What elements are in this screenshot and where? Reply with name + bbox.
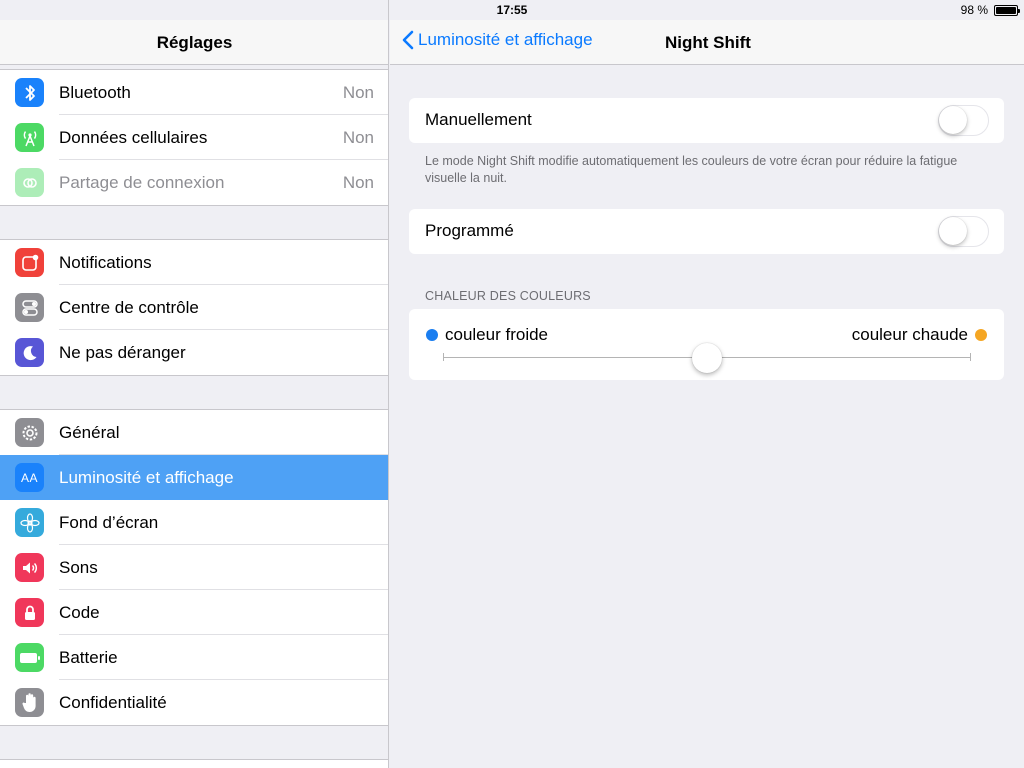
manual-toggle[interactable] [938, 105, 989, 136]
manual-footnote: Le mode Night Shift modifie automatiquem… [425, 154, 958, 185]
sidebar-item-label: Sons [59, 558, 98, 577]
back-button-label: Luminosité et affichage [418, 30, 593, 49]
manual-row: Manuellement [409, 98, 1004, 143]
chevron-left-icon [402, 30, 414, 50]
sidebar-item-notifications[interactable]: Notifications [0, 240, 388, 285]
sidebar-item-label: Centre de contrôle [59, 298, 199, 317]
settings-group: Notifications Centre de contrôle Ne pas dé… [0, 239, 388, 376]
battery-indicator-icon [994, 4, 1020, 16]
control-center-icon [15, 293, 44, 322]
warm-color-dot [975, 329, 987, 341]
sidebar-item-label: Général [59, 423, 120, 442]
hand-icon [15, 688, 44, 717]
gear-icon [15, 418, 44, 447]
bluetooth-icon [15, 78, 44, 107]
sidebar-item-gear[interactable]: Général [0, 410, 388, 455]
hotspot-icon [15, 168, 44, 197]
sidebar-item-lock[interactable]: Code [0, 590, 388, 635]
sidebar-item-cellular[interactable]: Données cellulaires Non [0, 115, 388, 160]
sidebar-item-value: Non [342, 173, 374, 192]
sidebar-item-wallpaper[interactable]: Fond d’écran [0, 500, 388, 545]
sidebar-item-hotspot[interactable]: Partage de connexion Non [0, 160, 388, 205]
settings-group: Général AA Luminosité et affichage Fond d’é… [0, 409, 388, 726]
sidebar-item-hand[interactable]: Confidentialité [0, 680, 388, 725]
sidebar-item-value: Non [342, 128, 374, 147]
temperature-slider-thumb[interactable] [692, 343, 722, 373]
color-temperature-card: couleur froide couleur chaude [409, 309, 1004, 380]
lock-icon [15, 598, 44, 627]
cellular-icon [15, 123, 44, 152]
sidebar-item-value: Non [342, 83, 374, 102]
sidebar-title: Réglages [156, 33, 233, 52]
sidebar-navbar: Réglages [0, 20, 388, 65]
sidebar-item-label: Fond d’écran [59, 513, 159, 532]
scheduled-toggle[interactable] [938, 216, 989, 247]
status-right: 98 % [960, 3, 1020, 17]
page-title: Night Shift [665, 33, 751, 52]
sidebar-item-speaker[interactable]: Sons [0, 545, 388, 590]
warm-color-label: couleur chaude [851, 325, 968, 344]
battery-icon [15, 643, 44, 672]
toggle-knob [939, 217, 967, 245]
sidebar-item-label: Notifications [59, 253, 152, 272]
toggle-knob [939, 106, 967, 134]
sidebar-item-label: Données cellulaires [59, 128, 208, 147]
detail-navbar: Luminosité et affichage Night Shift [390, 20, 1024, 65]
sidebar-item-brightness[interactable]: AA Luminosité et affichage [0, 455, 388, 500]
brightness-icon: AA [15, 463, 44, 492]
slider-start-tick [443, 353, 444, 361]
cold-color-label: couleur froide [445, 325, 549, 344]
settings-group-partial [0, 759, 388, 768]
sidebar-item-control-center[interactable]: Centre de contrôle [0, 285, 388, 330]
moon-icon [15, 338, 44, 367]
color-temperature-header: CHALEUR DES COULEURS [425, 289, 591, 303]
sidebar-item-label: Luminosité et affichage [59, 468, 234, 487]
back-button[interactable]: Luminosité et affichage [402, 30, 593, 50]
battery-percentage: 98 % [960, 3, 988, 17]
manual-label: Manuellement [425, 110, 532, 129]
cold-color-dot [426, 329, 438, 341]
sidebar-item-moon[interactable]: Ne pas déranger [0, 330, 388, 375]
settings-group: Bluetooth Non Données cellulaires Non Partag… [0, 69, 388, 206]
sidebar-item-label: Batterie [59, 648, 118, 667]
speaker-icon [15, 553, 44, 582]
settings-sidebar: Réglages Bluetooth Non Données cellulaires… [0, 0, 389, 768]
sidebar-item-battery[interactable]: Batterie [0, 635, 388, 680]
sidebar-item-bluetooth[interactable]: Bluetooth Non [0, 70, 388, 115]
sidebar-item-label: Ne pas déranger [59, 343, 186, 362]
sidebar-item-label: Confidentialité [59, 693, 167, 712]
slider-end-tick [970, 353, 971, 361]
scheduled-row: Programmé [409, 209, 1004, 254]
sidebar-item-label: Partage de connexion [59, 173, 225, 192]
wallpaper-icon [15, 508, 44, 537]
notifications-icon [15, 248, 44, 277]
scheduled-label: Programmé [425, 221, 514, 240]
sidebar-item-label: Bluetooth [59, 83, 131, 102]
sidebar-item-label: Code [59, 603, 100, 622]
